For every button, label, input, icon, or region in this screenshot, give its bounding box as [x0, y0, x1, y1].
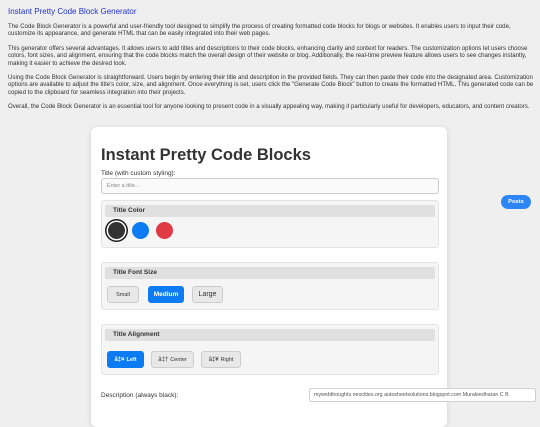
title-color-section: Title Color — [101, 200, 439, 248]
intro-section: Instant Pretty Code Block Generator The … — [8, 7, 534, 118]
size-small-button[interactable]: Small — [107, 286, 139, 303]
title-color-heading: Title Color — [105, 205, 435, 217]
align-center-button[interactable]: â‡† Center — [151, 351, 194, 368]
align-right-button[interactable]: â‡¥ Right — [201, 351, 241, 368]
color-swatch-blue[interactable] — [132, 222, 149, 239]
alignment-heading: Title Alignment — [105, 329, 435, 341]
title-input[interactable] — [101, 178, 439, 194]
align-center-icon: â‡† — [158, 356, 169, 363]
align-left-button[interactable]: â‡¤ Left — [107, 351, 144, 368]
color-swatch-black[interactable] — [108, 222, 125, 239]
footer-credit[interactable]: mywebthoughts.neocities.org autosheetsol… — [309, 388, 536, 402]
intro-paragraph-2: This generator offers several advantages… — [8, 44, 528, 67]
align-left-icon: â‡¤ — [114, 356, 125, 363]
font-size-section: Title Font Size Small Medium Large — [101, 262, 439, 310]
align-center-label: Center — [170, 356, 187, 363]
align-left-label: Left — [126, 356, 137, 363]
description-field-label: Description (always black): — [101, 392, 179, 399]
align-right-icon: â‡¥ — [208, 356, 219, 363]
intro-paragraph-3: Using the Code Block Generator is straig… — [8, 74, 534, 96]
title-field-label: Title (with custom styling): — [101, 170, 176, 177]
posts-button[interactable]: Posts — [501, 195, 531, 209]
intro-paragraph-4: Overall, the Code Block Generator is an … — [8, 103, 530, 111]
alignment-section: Title Alignment â‡¤ Left â‡† Center â‡¥ … — [101, 324, 439, 375]
generator-card: Instant Pretty Code Blocks Title (with c… — [91, 127, 447, 427]
font-size-heading: Title Font Size — [105, 267, 435, 279]
color-swatch-red[interactable] — [156, 222, 173, 239]
intro-title[interactable]: Instant Pretty Code Block Generator — [8, 7, 534, 16]
intro-paragraph-1: The Code Block Generator is a powerful a… — [8, 23, 511, 38]
size-medium-button[interactable]: Medium — [148, 286, 184, 303]
size-large-button[interactable]: Large — [192, 286, 223, 303]
card-title: Instant Pretty Code Blocks — [101, 146, 311, 164]
align-right-label: Right — [220, 356, 234, 363]
